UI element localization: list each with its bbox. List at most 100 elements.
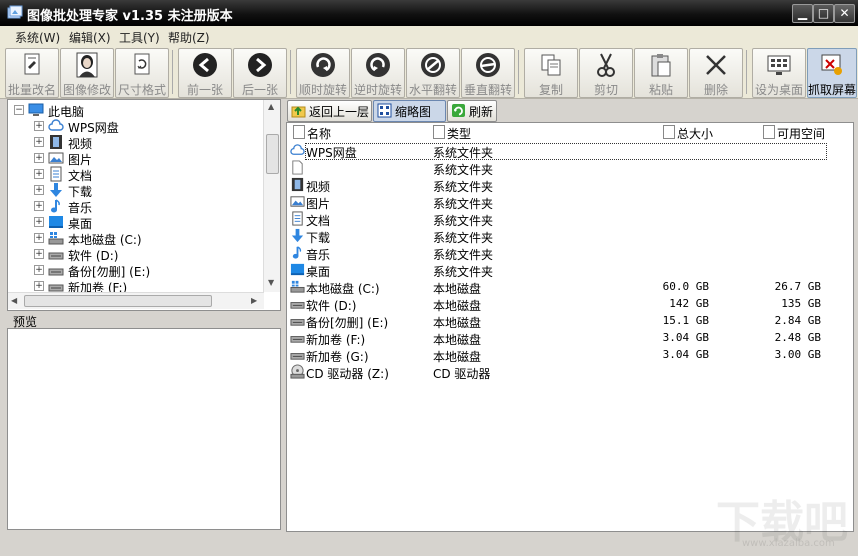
scroll-thumb[interactable]	[266, 134, 279, 174]
rename-icon	[24, 53, 40, 75]
toolbar: 批量改名 图像修改 尺寸格式 前一张 后一张 顺时旋转 逆时旋转 水平翻转 垂直…	[0, 46, 858, 99]
collapse-toggle[interactable]: −	[14, 105, 24, 115]
tree-item-label: 音乐	[68, 201, 93, 215]
table-row[interactable]: 视频 系统文件夹	[287, 177, 853, 194]
tree-horizontal-scrollbar[interactable]: ◀ ▶	[8, 292, 264, 309]
toolbar-separator	[172, 50, 173, 94]
close-button[interactable]: ✕	[834, 4, 855, 23]
tree-item-label: 下载	[68, 185, 93, 199]
menu-help[interactable]: 帮助(Z)	[168, 29, 210, 46]
cut-button[interactable]: 剪切	[579, 48, 633, 98]
refresh-icon	[452, 104, 465, 117]
delete-button[interactable]: 删除	[689, 48, 743, 98]
toolbar-separator	[290, 50, 291, 94]
flip-vertical-button[interactable]: 垂直翻转	[461, 48, 515, 98]
preview-panel	[7, 328, 281, 530]
menu-system[interactable]: 系统(W)	[15, 29, 60, 46]
copy-button[interactable]: 复制	[524, 48, 578, 98]
expand-toggle[interactable]: +	[34, 185, 44, 195]
tree-item-label: 软件 (D:)	[68, 249, 119, 263]
table-row[interactable]: 下载 系统文件夹	[287, 228, 853, 245]
table-row[interactable]: 新加卷 (F:) 本地磁盘 3.04 GB 2.48 GB	[287, 330, 853, 347]
title-bar[interactable]: 图像批处理专家 v1.35 未注册版本 ▁ □ ✕	[0, 0, 858, 26]
minimize-button[interactable]: ▁	[792, 4, 813, 23]
prev-image-label: 前一张	[186, 83, 223, 97]
table-row[interactable]: 音乐 系统文件夹	[287, 245, 853, 262]
table-row[interactable]: 图片 系统文件夹	[287, 194, 853, 211]
tree-item-label: 文档	[68, 169, 93, 183]
picture-icon	[48, 152, 64, 164]
row-free: 2.84 GB	[774, 314, 821, 327]
file-list[interactable]: 名称 类型 总大小 可用空间 WPS网盘 系统文件夹 系统文件夹 视频 系统文件…	[286, 122, 854, 532]
next-image-button[interactable]: 后一张	[233, 48, 287, 98]
table-row[interactable]: 软件 (D:) 本地磁盘 142 GB 135 GB	[287, 296, 853, 313]
expand-toggle[interactable]: +	[34, 217, 44, 227]
refresh-button[interactable]: 刷新	[447, 100, 497, 122]
cloud-icon	[290, 144, 305, 155]
go-up-button[interactable]: 返回上一层	[287, 100, 372, 122]
rotate-clockwise-label: 顺时旋转	[298, 83, 347, 97]
expand-toggle[interactable]: +	[34, 137, 44, 147]
scroll-thumb[interactable]	[24, 295, 212, 307]
music-icon	[292, 246, 302, 259]
table-row[interactable]: CD 驱动器 (Z:) CD 驱动器	[287, 364, 853, 381]
maximize-button[interactable]: □	[813, 4, 834, 23]
table-row[interactable]: 备份[勿删] (E:) 本地磁盘 15.1 GB 2.84 GB	[287, 313, 853, 330]
row-total: 3.04 GB	[662, 348, 709, 361]
expand-toggle[interactable]: +	[34, 201, 44, 211]
portrait-icon	[76, 52, 98, 78]
size-format-button[interactable]: 尺寸格式	[115, 48, 169, 98]
size-format-label: 尺寸格式	[117, 83, 166, 97]
row-type: 系统文件夹	[433, 163, 494, 177]
scroll-right-icon[interactable]: ▶	[251, 296, 257, 305]
scroll-up-icon[interactable]: ▲	[268, 102, 274, 111]
table-row[interactable]: 系统文件夹	[287, 160, 853, 177]
copy-icon	[541, 54, 561, 76]
table-row[interactable]: 文档 系统文件夹	[287, 211, 853, 228]
set-desktop-button[interactable]: 设为桌面	[752, 48, 806, 98]
desktop-icon	[49, 216, 63, 228]
tree-vertical-scrollbar[interactable]: ▲ ▼	[263, 100, 280, 292]
expand-toggle[interactable]: +	[34, 169, 44, 179]
column-label: 可用空间	[777, 127, 826, 141]
row-name: 图片	[306, 197, 331, 211]
folder-tree[interactable]: − 此电脑 + WPS网盘 + 视频 + 图片 + 文档 + 下载 + 音乐 +…	[7, 99, 281, 311]
document-icon	[50, 166, 62, 182]
expand-toggle[interactable]: +	[34, 249, 44, 259]
download-icon	[50, 183, 62, 197]
thumbnail-view-button[interactable]: 缩略图	[373, 100, 446, 122]
rotate-counterclockwise-button[interactable]: 逆时旋转	[351, 48, 405, 98]
capture-screen-icon	[821, 54, 842, 75]
batch-rename-label: 批量改名	[7, 83, 56, 97]
batch-rename-button[interactable]: 批量改名	[5, 48, 59, 98]
scroll-down-icon[interactable]: ▼	[268, 278, 274, 287]
table-row[interactable]: WPS网盘 系统文件夹	[287, 143, 853, 160]
table-row[interactable]: 本地磁盘 (C:) 本地磁盘 60.0 GB 26.7 GB	[287, 279, 853, 296]
rotate-clockwise-button[interactable]: 顺时旋转	[296, 48, 350, 98]
flip-horizontal-label: 水平翻转	[408, 83, 457, 97]
row-name: 视频	[306, 180, 331, 194]
menu-edit[interactable]: 编辑(X)	[69, 29, 111, 46]
expand-toggle[interactable]: +	[34, 121, 44, 131]
column-document-icon	[293, 125, 305, 139]
expand-toggle[interactable]: +	[34, 153, 44, 163]
scissors-icon	[597, 53, 615, 77]
capture-screen-button[interactable]: 抓取屏幕	[807, 48, 857, 98]
image-edit-button[interactable]: 图像修改	[60, 48, 114, 98]
row-free: 26.7 GB	[774, 280, 821, 293]
menu-tools[interactable]: 工具(Y)	[119, 29, 160, 46]
scroll-left-icon[interactable]: ◀	[11, 296, 17, 305]
expand-toggle[interactable]: +	[34, 265, 44, 275]
row-type: 系统文件夹	[433, 214, 494, 228]
expand-toggle[interactable]: +	[34, 281, 44, 291]
prev-image-button[interactable]: 前一张	[178, 48, 232, 98]
next-arrow-icon	[248, 53, 272, 77]
table-row[interactable]: 桌面 系统文件夹	[287, 262, 853, 279]
expand-toggle[interactable]: +	[34, 233, 44, 243]
flip-horizontal-button[interactable]: 水平翻转	[406, 48, 460, 98]
table-row[interactable]: 新加卷 (G:) 本地磁盘 3.04 GB 3.00 GB	[287, 347, 853, 364]
picture-icon	[290, 196, 305, 207]
delete-x-icon	[706, 55, 726, 75]
image-edit-label: 图像修改	[62, 83, 111, 97]
paste-button[interactable]: 粘贴	[634, 48, 688, 98]
